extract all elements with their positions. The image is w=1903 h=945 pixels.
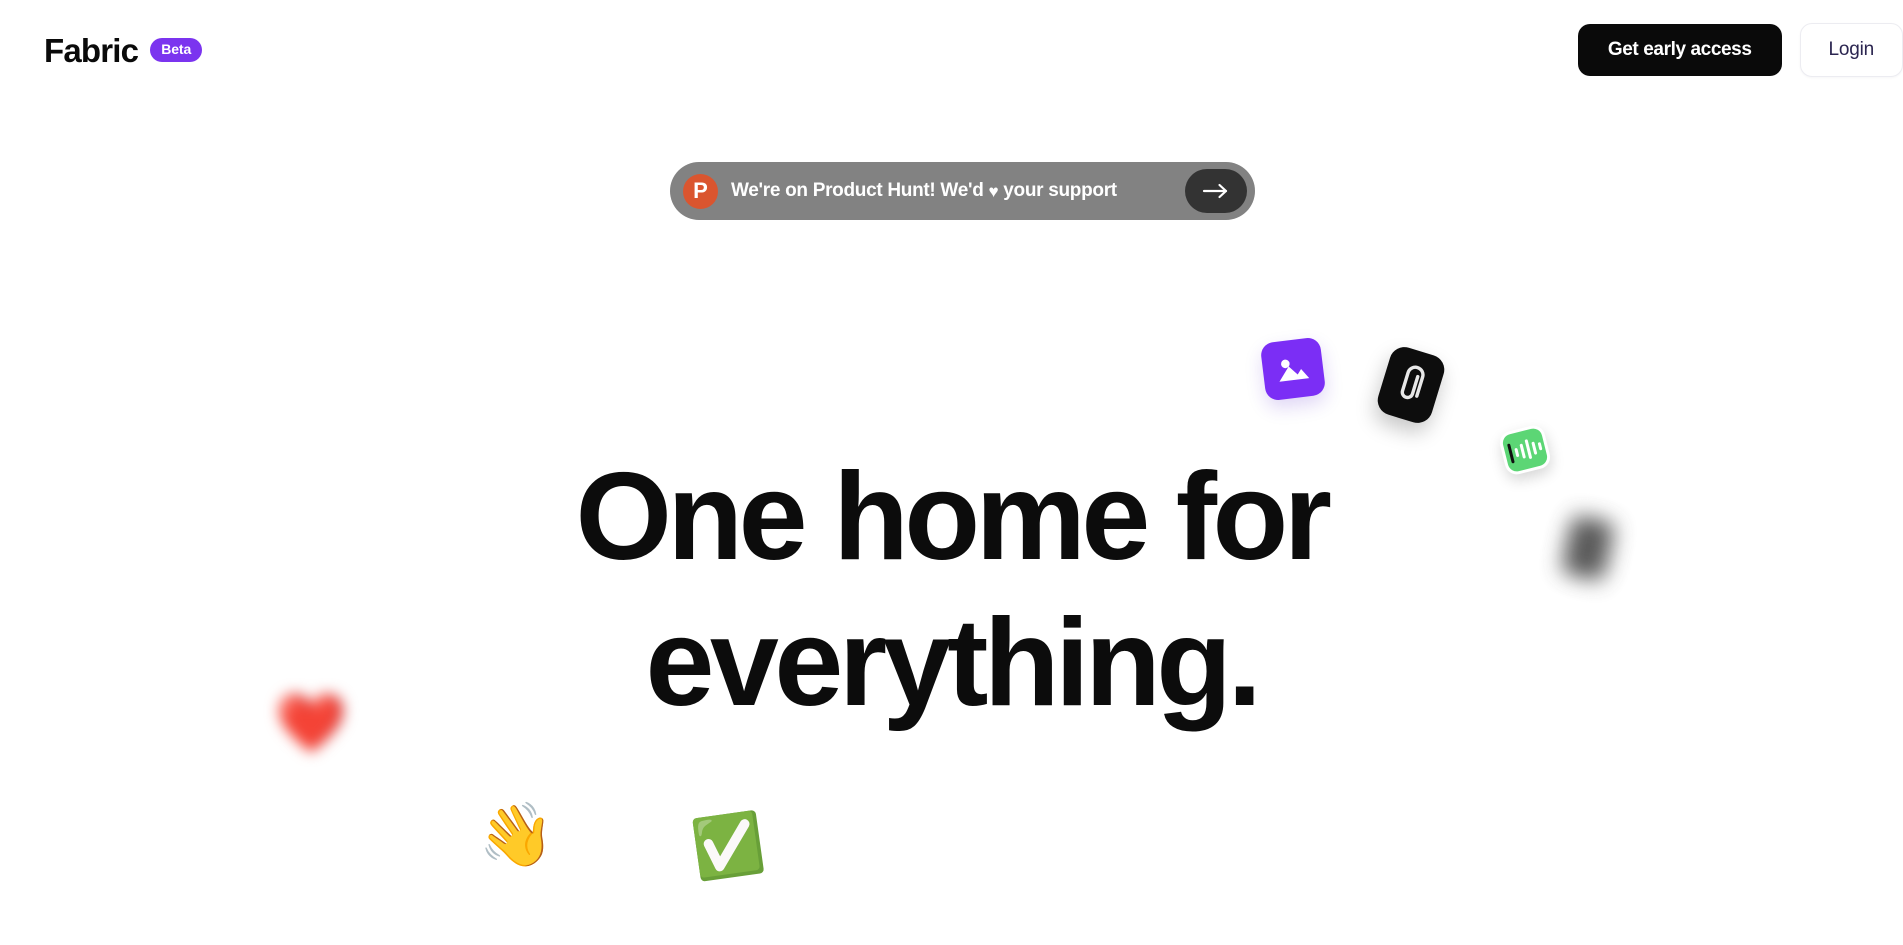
heart-icon: ♥ — [988, 182, 999, 201]
paperclip-glyph-icon — [1400, 365, 1425, 400]
waving-hand-emoji: 👋 — [475, 798, 559, 875]
arrow-right-icon — [1202, 183, 1228, 199]
brand-logo[interactable]: Fabric Beta — [44, 31, 203, 69]
product-hunt-banner[interactable]: P We're on Product Hunt! We'd ♥ your sup… — [670, 162, 1255, 220]
product-hunt-logo-icon: P — [683, 173, 718, 209]
login-button[interactable]: Login — [1799, 22, 1903, 78]
hero-line-1: One home for — [575, 448, 1332, 586]
banner-arrow-button[interactable] — [1185, 169, 1247, 213]
header-actions: Get early access Login — [1577, 22, 1903, 78]
hero-line-2: everything. — [645, 594, 1262, 732]
image-icon — [1259, 336, 1327, 402]
check-mark-button-emoji: ✅ — [687, 809, 769, 884]
banner-text-before: We're on Product Hunt! We'd — [731, 180, 989, 201]
hero-headline: One home for everything. — [0, 455, 1903, 725]
get-early-access-button[interactable]: Get early access — [1577, 23, 1782, 77]
product-hunt-banner-text: We're on Product Hunt! We'd ♥ your suppo… — [731, 180, 1172, 202]
site-header: Fabric Beta Get early access Login — [0, 0, 1903, 100]
beta-badge: Beta — [150, 37, 203, 63]
brand-name: Fabric — [44, 31, 139, 69]
banner-text-after: your support — [998, 180, 1117, 201]
paperclip-icon — [1373, 343, 1449, 427]
photo-glyph-icon — [1279, 359, 1310, 382]
